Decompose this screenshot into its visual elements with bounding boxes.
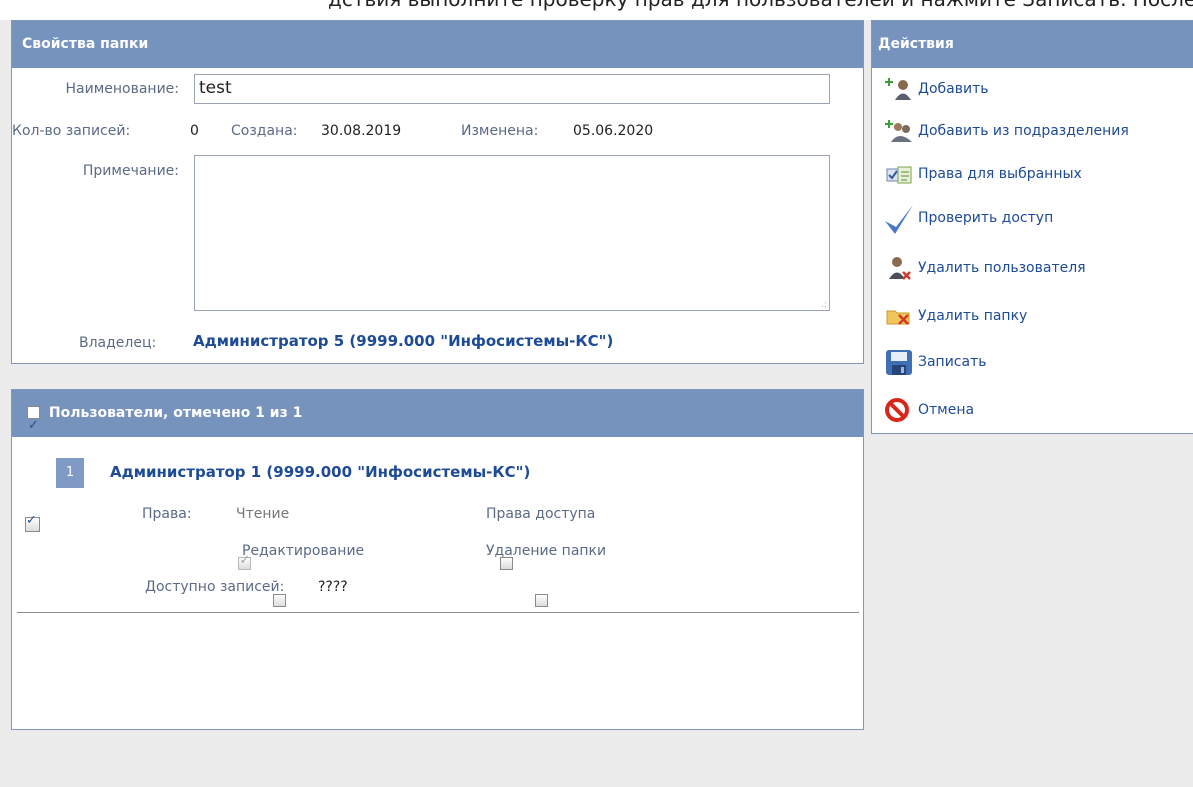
resize-grip-icon[interactable]: .:: [821, 300, 827, 310]
add-group-icon: [884, 116, 914, 146]
delete-folder-checkbox[interactable]: [534, 593, 548, 607]
action-check-access-label: Проверить доступ: [918, 210, 1054, 226]
modified-label: Изменена:: [461, 123, 539, 139]
created-label: Создана:: [231, 123, 298, 139]
save-icon: [884, 347, 914, 377]
action-cancel-label: Отмена: [918, 402, 975, 418]
users-panel: Пользователи, отмечено 1 из 1 1 Админист…: [11, 389, 864, 730]
list-item: 1 Администратор 1 (9999.000 "Инфосистемы…: [12, 437, 863, 607]
action-add[interactable]: Добавить: [884, 74, 988, 104]
note-label: Примечание:: [82, 163, 179, 179]
access-rights-label[interactable]: Права доступа: [486, 506, 595, 522]
actions-panel: Действия Добавить Добавить из подразделе…: [871, 20, 1193, 434]
note-textarea[interactable]: .:: [194, 155, 830, 311]
count-value: 0: [190, 123, 199, 139]
owner-link[interactable]: Администратор 5 (9999.000 "Инфосистемы-К…: [193, 332, 613, 350]
action-remove-user-label: Удалить пользователя: [918, 260, 1086, 276]
delete-folder-icon: [884, 301, 914, 331]
name-input-value: test: [199, 78, 232, 98]
user-checkbox[interactable]: [25, 513, 40, 532]
top-hint-text: дствия выполните проверку прав для польз…: [328, 0, 1193, 11]
remove-user-icon: [884, 253, 914, 283]
count-label: Кол-во записей:: [12, 123, 131, 139]
user-index-badge: 1: [56, 458, 84, 488]
top-hint-band: дствия выполните проверку прав для польз…: [0, 0, 1193, 20]
name-label: Наименование:: [65, 81, 179, 97]
folder-properties-header: Свойства папки: [12, 21, 863, 68]
action-add-label: Добавить: [918, 81, 989, 97]
delete-folder-label[interactable]: Удаление папки: [486, 543, 606, 559]
edit-label[interactable]: Редактирование: [242, 543, 364, 559]
available-records-value: ????: [318, 579, 348, 595]
action-add-from-department-label: Добавить из подразделения: [918, 123, 1129, 139]
users-header: Пользователи, отмечено 1 из 1: [12, 390, 863, 449]
available-records-label: Доступно записей:: [145, 579, 285, 595]
action-rights-for-selected[interactable]: Права для выбранных: [884, 159, 1082, 189]
action-save-label: Записать: [918, 354, 987, 370]
user-link[interactable]: Администратор 1 (9999.000 "Инфосистемы-К…: [110, 463, 530, 481]
action-save[interactable]: Записать: [884, 347, 987, 377]
action-rights-for-selected-label: Права для выбранных: [918, 166, 1082, 182]
users-header-title: Пользователи, отмечено 1 из 1: [48, 405, 303, 421]
action-cancel[interactable]: Отмена: [884, 395, 974, 425]
rights-icon: [884, 159, 914, 189]
created-value: 30.08.2019: [321, 123, 402, 139]
actions-header: Действия: [872, 21, 1193, 68]
owner-label: Владелец:: [79, 335, 157, 351]
read-label: Чтение: [236, 506, 290, 522]
action-add-from-department[interactable]: Добавить из подразделения: [884, 116, 1129, 146]
folder-properties-panel: Свойства папки Наименование: test Кол-во…: [11, 20, 864, 364]
add-user-icon: [884, 74, 914, 104]
action-delete-folder-label: Удалить папку: [918, 308, 1028, 324]
cancel-icon: [884, 395, 914, 425]
edit-checkbox[interactable]: [273, 593, 287, 607]
action-remove-user[interactable]: Удалить пользователя: [884, 253, 1086, 283]
checkmark-icon: [884, 203, 914, 234]
divider: [17, 612, 859, 613]
action-check-access[interactable]: Проверить доступ: [884, 203, 1054, 234]
name-input[interactable]: test: [194, 74, 830, 104]
modified-value: 05.06.2020: [573, 123, 654, 139]
rights-label: Права:: [142, 506, 192, 522]
action-delete-folder[interactable]: Удалить папку: [884, 301, 1027, 331]
select-all-checkbox[interactable]: [27, 402, 40, 449]
